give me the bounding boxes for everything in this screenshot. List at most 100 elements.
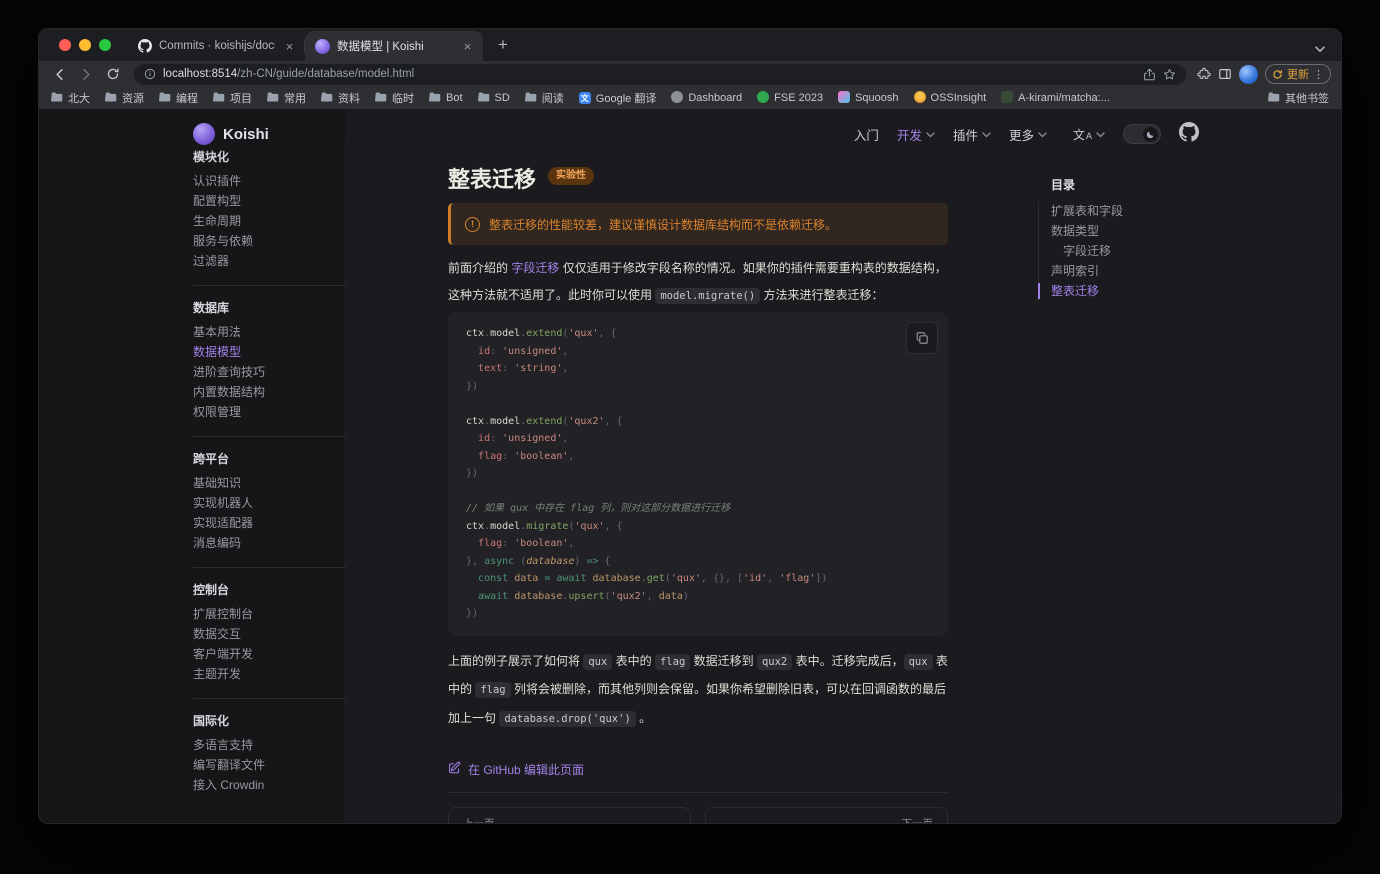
docs-navbar: Koishi 入门开发 插件更多 文A [39, 109, 1341, 159]
sidebar-item[interactable]: 编写翻译文件 [193, 755, 346, 775]
code-block: ctx.model.extend('qux', { id: 'unsigned'… [448, 312, 948, 636]
bookmark-item[interactable]: 阅读 [525, 90, 564, 106]
navbar-item-label: 开发 [897, 125, 922, 144]
sidebar-item[interactable]: 多语言支持 [193, 735, 346, 755]
address-bar[interactable]: localhost:8514/zh-CN/guide/database/mode… [134, 64, 1186, 85]
bookmark-item[interactable]: Bot [429, 91, 463, 106]
new-tab-button[interactable]: + [491, 33, 515, 57]
sidebar-item[interactable]: 主题开发 [193, 664, 346, 684]
dark-mode-toggle[interactable] [1123, 124, 1161, 144]
sidebar-item[interactable]: 认识插件 [193, 171, 346, 191]
sidebar-item[interactable]: 服务与依赖 [193, 231, 346, 251]
toc-items: 扩展表和字段数据类型字段迁移声明索引整表迁移 [1038, 201, 1208, 301]
bookmark-item[interactable]: 常用 [267, 90, 306, 106]
navbar-item-更多[interactable]: 更多 [1009, 125, 1047, 144]
chevron-down-icon [1038, 127, 1047, 141]
navbar-item-开发[interactable]: 开发 [897, 125, 935, 144]
bookmark-item[interactable]: Squoosh [838, 91, 898, 106]
profile-avatar[interactable] [1239, 65, 1258, 84]
sidebar-item[interactable]: 实现适配器 [193, 513, 346, 533]
sidebar-divider [193, 567, 346, 568]
bookmark-item[interactable]: 资料 [321, 90, 360, 106]
inline-code: qux [583, 654, 612, 670]
sidebar-item[interactable]: 数据模型 [193, 342, 346, 362]
fse-icon [757, 91, 769, 106]
chevron-down-icon [926, 127, 935, 141]
bookmark-item[interactable]: 编程 [159, 90, 198, 106]
bookmark-item[interactable]: 资源 [105, 90, 144, 106]
close-window-button[interactable] [59, 39, 71, 51]
share-icon[interactable] [1143, 68, 1156, 81]
translate-icon: 文A [1073, 126, 1092, 143]
toc-item[interactable]: 数据类型 [1039, 221, 1208, 241]
sidebar-item[interactable]: 基础知识 [193, 473, 346, 493]
browser-menu-icon[interactable]: ⋮ [1313, 68, 1324, 81]
reload-button[interactable] [103, 64, 123, 84]
other-bookmarks-label: 其他书签 [1285, 90, 1329, 106]
sidebar-item[interactable]: 实现机器人 [193, 493, 346, 513]
toc-item[interactable]: 整表迁移 [1039, 281, 1208, 301]
sidebar-item[interactable]: 基本用法 [193, 322, 346, 342]
code-line [448, 395, 948, 413]
extensions-puzzle-icon[interactable] [1197, 67, 1211, 81]
bookmark-item[interactable]: Dashboard [671, 91, 742, 106]
sidebar-item[interactable]: 接入 Crowdin [193, 775, 346, 795]
language-menu[interactable]: 文A [1073, 126, 1105, 143]
bookmark-item[interactable]: 文Google 翻译 [579, 90, 657, 106]
bookmark-star-icon[interactable] [1163, 68, 1176, 81]
bookmark-item[interactable]: 北大 [51, 90, 90, 106]
inline-code: flag [475, 682, 510, 698]
sidebar-item[interactable]: 消息编码 [193, 533, 346, 553]
minimize-window-button[interactable] [79, 39, 91, 51]
tab-search-chevron-icon[interactable] [1315, 40, 1325, 58]
navbar-item-插件[interactable]: 插件 [953, 125, 991, 144]
code-line: ctx.model.extend('qux', { [448, 325, 948, 343]
dashboard-icon [671, 91, 683, 106]
page-title: 整表迁移 实验性 [448, 165, 948, 195]
sidebar-item[interactable]: 扩展控制台 [193, 604, 346, 624]
sidebar-item[interactable]: 客户端开发 [193, 644, 346, 664]
browser-tab[interactable]: Commits · koishijs/docs× [127, 31, 305, 61]
bookmark-item[interactable]: A-kirami/matcha:... [1001, 91, 1110, 106]
zoom-window-button[interactable] [99, 39, 111, 51]
sidebar-item[interactable]: 配置构型 [193, 191, 346, 211]
bookmark-label: Squoosh [855, 92, 898, 104]
toc-item[interactable]: 扩展表和字段 [1039, 201, 1208, 221]
desktop-background: Commits · koishijs/docs×数据模型 | Koishi× +… [0, 0, 1380, 874]
toc-item[interactable]: 声明索引 [1039, 261, 1208, 281]
bookmark-item[interactable]: OSSInsight [914, 91, 987, 106]
copy-code-button[interactable] [906, 322, 938, 354]
prev-page-card[interactable]: 上一页 [448, 807, 691, 824]
bookmark-label: 资源 [122, 90, 144, 106]
sidebar-item[interactable]: 内置数据结构 [193, 382, 346, 402]
back-button[interactable] [49, 64, 69, 84]
bookmark-item[interactable]: SD [478, 91, 510, 106]
sidebar-item[interactable]: 数据交互 [193, 624, 346, 644]
next-page-card[interactable]: 下一页 [705, 807, 948, 824]
update-icon [1272, 69, 1283, 80]
site-info-icon[interactable] [144, 68, 156, 80]
site-brand[interactable]: Koishi [193, 109, 269, 159]
sidebar-item[interactable]: 进阶查询技巧 [193, 362, 346, 382]
toc-item[interactable]: 字段迁移 [1039, 241, 1208, 261]
side-panel-icon[interactable] [1218, 67, 1232, 81]
tab-close-icon[interactable]: × [460, 39, 475, 54]
code-line: text: 'string', [448, 360, 948, 378]
bookmark-label: 资料 [338, 90, 360, 106]
sidebar-item[interactable]: 生命周期 [193, 211, 346, 231]
edit-page-link[interactable]: 在 GitHub 编辑此页面 [448, 759, 948, 779]
other-bookmarks-folder[interactable]: 其他书签 [1268, 90, 1329, 106]
tab-close-icon[interactable]: × [282, 39, 297, 54]
update-chrome-button[interactable]: 更新 ⋮ [1265, 64, 1331, 84]
tabs-container: Commits · koishijs/docs×数据模型 | Koishi× [127, 29, 483, 61]
inline-link[interactable]: 字段迁移 [511, 261, 559, 275]
sidebar-item[interactable]: 过滤器 [193, 251, 346, 271]
bookmark-item[interactable]: 临时 [375, 90, 414, 106]
navbar-item-入门[interactable]: 入门 [854, 125, 879, 144]
forward-button[interactable] [76, 64, 96, 84]
bookmark-item[interactable]: 项目 [213, 90, 252, 106]
browser-tab[interactable]: 数据模型 | Koishi× [305, 31, 483, 61]
bookmark-item[interactable]: FSE 2023 [757, 91, 823, 106]
github-link[interactable] [1179, 122, 1199, 147]
sidebar-item[interactable]: 权限管理 [193, 402, 346, 422]
